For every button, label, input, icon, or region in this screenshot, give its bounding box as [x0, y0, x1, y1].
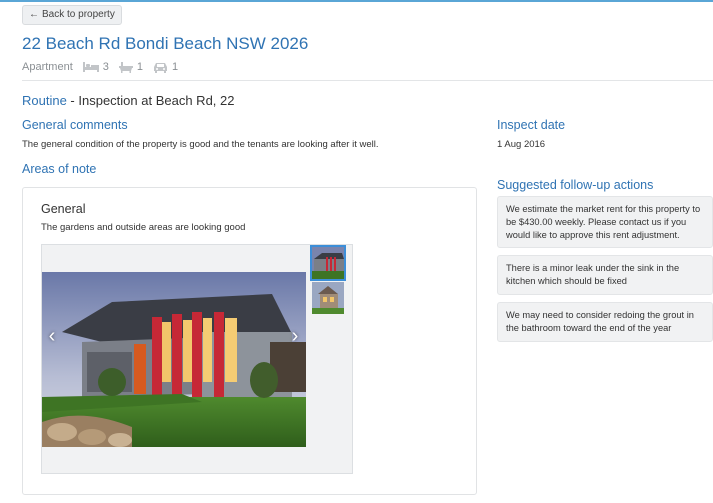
divider	[22, 80, 713, 81]
property-meta: Apartment 3 1 1	[22, 61, 178, 73]
arrow-left-icon: ←	[29, 9, 39, 20]
chevron-left-icon: ‹	[48, 325, 56, 347]
follow-up-heading: Suggested follow-up actions	[497, 178, 654, 192]
main-photo[interactable]	[42, 272, 306, 447]
back-to-property-button[interactable]: ← Back to property	[22, 5, 122, 25]
follow-up-action: There is a minor leak under the sink in …	[497, 255, 713, 295]
photo-thumbnail-1[interactable]	[310, 245, 346, 281]
inspection-heading: Routine - Inspection at Beach Rd, 22	[22, 93, 235, 108]
back-button-label: Back to property	[42, 9, 115, 20]
general-comments-text: The general condition of the property is…	[22, 139, 379, 150]
inspect-date-value: 1 Aug 2016	[497, 139, 546, 150]
property-address: 22 Beach Rd Bondi Beach NSW 2026	[22, 34, 309, 53]
bedrooms-count: 3	[82, 61, 109, 73]
property-type: Apartment	[22, 61, 73, 73]
follow-up-action: We estimate the market rent for this pro…	[497, 196, 713, 248]
bed-icon	[82, 62, 99, 72]
previous-photo-button[interactable]: ‹	[42, 325, 62, 347]
area-title: General	[41, 202, 86, 216]
bathrooms-count: 1	[118, 61, 143, 73]
area-card: General The gardens and outside areas ar…	[22, 187, 477, 495]
inspection-type: Routine	[22, 93, 67, 108]
general-comments-heading: General comments	[22, 118, 128, 132]
bath-icon	[118, 61, 133, 73]
follow-up-action: We may need to consider redoing the grou…	[497, 302, 713, 342]
next-photo-button[interactable]: ›	[285, 325, 305, 347]
chevron-right-icon: ›	[291, 325, 299, 347]
parking-count: 1	[153, 61, 178, 73]
area-description: The gardens and outside areas are lookin…	[41, 222, 246, 233]
top-accent-bar	[0, 0, 713, 2]
areas-of-note-heading: Areas of note	[22, 162, 97, 176]
inspection-title: Inspection at Beach Rd, 22	[78, 93, 235, 108]
car-icon	[154, 62, 167, 73]
photo-thumbnail-2[interactable]	[312, 282, 344, 314]
photo-gallery: ‹ ›	[41, 244, 353, 474]
inspect-date-heading: Inspect date	[497, 118, 566, 132]
